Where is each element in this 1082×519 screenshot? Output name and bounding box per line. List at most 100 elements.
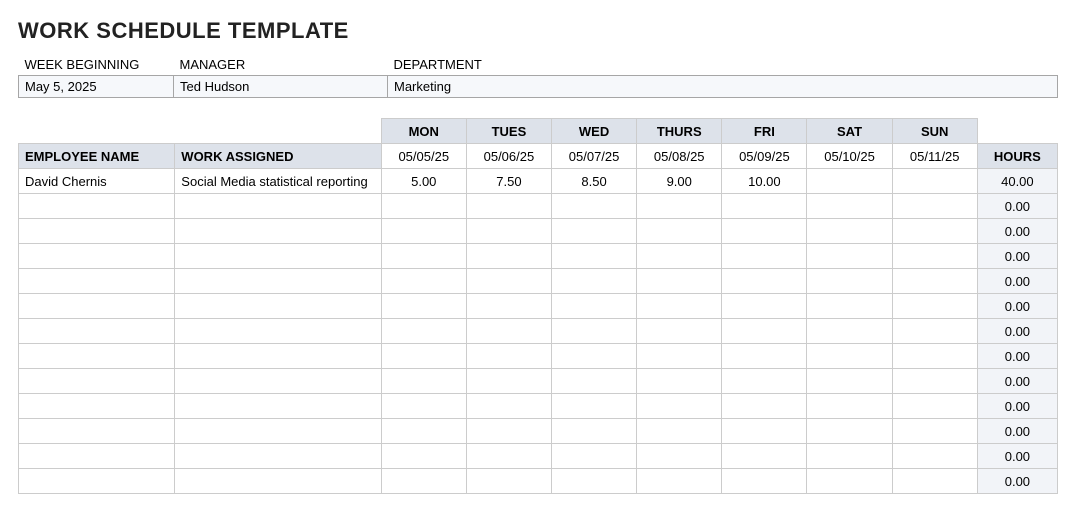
- cell-day[interactable]: [722, 194, 807, 219]
- cell-employee[interactable]: [19, 344, 175, 369]
- cell-day[interactable]: [381, 394, 466, 419]
- cell-day[interactable]: [892, 444, 977, 469]
- cell-day[interactable]: [892, 194, 977, 219]
- cell-day[interactable]: [466, 344, 551, 369]
- cell-employee[interactable]: [19, 319, 175, 344]
- cell-work[interactable]: [175, 219, 381, 244]
- cell-work[interactable]: [175, 319, 381, 344]
- cell-day[interactable]: [552, 194, 637, 219]
- cell-employee[interactable]: [19, 419, 175, 444]
- cell-day[interactable]: [637, 269, 722, 294]
- cell-day[interactable]: [552, 269, 637, 294]
- cell-work[interactable]: [175, 444, 381, 469]
- cell-day[interactable]: [807, 244, 892, 269]
- cell-day[interactable]: [381, 194, 466, 219]
- cell-day[interactable]: [892, 219, 977, 244]
- cell-day[interactable]: [466, 194, 551, 219]
- cell-day[interactable]: [892, 344, 977, 369]
- cell-day[interactable]: [892, 244, 977, 269]
- cell-employee[interactable]: [19, 219, 175, 244]
- cell-day[interactable]: [637, 219, 722, 244]
- cell-employee[interactable]: [19, 469, 175, 494]
- cell-day[interactable]: [637, 294, 722, 319]
- cell-day[interactable]: [466, 444, 551, 469]
- cell-work[interactable]: [175, 469, 381, 494]
- cell-day[interactable]: [637, 469, 722, 494]
- cell-day[interactable]: [466, 294, 551, 319]
- cell-day[interactable]: [466, 219, 551, 244]
- cell-day[interactable]: [552, 319, 637, 344]
- cell-day[interactable]: [722, 319, 807, 344]
- cell-day[interactable]: [807, 194, 892, 219]
- cell-day[interactable]: [807, 294, 892, 319]
- cell-day[interactable]: [892, 319, 977, 344]
- cell-day[interactable]: [381, 244, 466, 269]
- cell-day[interactable]: 9.00: [637, 169, 722, 194]
- cell-work[interactable]: [175, 419, 381, 444]
- cell-day[interactable]: [807, 369, 892, 394]
- cell-employee[interactable]: [19, 269, 175, 294]
- cell-work[interactable]: [175, 244, 381, 269]
- cell-day[interactable]: [807, 269, 892, 294]
- cell-day[interactable]: [466, 469, 551, 494]
- cell-day[interactable]: [807, 344, 892, 369]
- cell-day[interactable]: [466, 394, 551, 419]
- cell-day[interactable]: [722, 294, 807, 319]
- cell-work[interactable]: [175, 369, 381, 394]
- cell-day[interactable]: [637, 319, 722, 344]
- cell-day[interactable]: [637, 244, 722, 269]
- cell-day[interactable]: [381, 419, 466, 444]
- cell-day[interactable]: [722, 419, 807, 444]
- cell-employee[interactable]: [19, 294, 175, 319]
- cell-day[interactable]: [552, 244, 637, 269]
- cell-day[interactable]: [552, 444, 637, 469]
- cell-day[interactable]: [381, 294, 466, 319]
- cell-work[interactable]: [175, 344, 381, 369]
- cell-day[interactable]: [722, 394, 807, 419]
- cell-work[interactable]: [175, 269, 381, 294]
- cell-day[interactable]: [637, 194, 722, 219]
- cell-employee[interactable]: David Chernis: [19, 169, 175, 194]
- cell-day[interactable]: [552, 394, 637, 419]
- value-manager[interactable]: Ted Hudson: [174, 76, 388, 98]
- cell-day[interactable]: [381, 319, 466, 344]
- cell-day[interactable]: [722, 269, 807, 294]
- cell-day[interactable]: [892, 269, 977, 294]
- cell-day[interactable]: [722, 469, 807, 494]
- cell-employee[interactable]: [19, 194, 175, 219]
- cell-day[interactable]: 8.50: [552, 169, 637, 194]
- cell-day[interactable]: [552, 419, 637, 444]
- cell-work[interactable]: Social Media statistical reporting: [175, 169, 381, 194]
- cell-day[interactable]: [722, 369, 807, 394]
- cell-day[interactable]: [807, 319, 892, 344]
- cell-day[interactable]: [552, 344, 637, 369]
- cell-day[interactable]: [466, 244, 551, 269]
- cell-day[interactable]: [552, 219, 637, 244]
- cell-work[interactable]: [175, 194, 381, 219]
- cell-day[interactable]: 5.00: [381, 169, 466, 194]
- cell-day[interactable]: [381, 344, 466, 369]
- cell-day[interactable]: [552, 469, 637, 494]
- cell-day[interactable]: [892, 369, 977, 394]
- cell-day[interactable]: [637, 444, 722, 469]
- cell-day[interactable]: [381, 444, 466, 469]
- cell-work[interactable]: [175, 294, 381, 319]
- cell-day[interactable]: [892, 419, 977, 444]
- cell-day[interactable]: [381, 369, 466, 394]
- cell-employee[interactable]: [19, 444, 175, 469]
- cell-day[interactable]: [637, 394, 722, 419]
- cell-day[interactable]: [722, 219, 807, 244]
- cell-day[interactable]: [892, 169, 977, 194]
- cell-day[interactable]: [807, 444, 892, 469]
- cell-day[interactable]: [807, 219, 892, 244]
- cell-day[interactable]: [466, 419, 551, 444]
- cell-day[interactable]: 7.50: [466, 169, 551, 194]
- cell-day[interactable]: [637, 369, 722, 394]
- cell-day[interactable]: [466, 319, 551, 344]
- cell-employee[interactable]: [19, 244, 175, 269]
- cell-day[interactable]: [466, 369, 551, 394]
- cell-day[interactable]: [807, 419, 892, 444]
- cell-day[interactable]: [552, 294, 637, 319]
- cell-day[interactable]: [807, 169, 892, 194]
- cell-day[interactable]: [466, 269, 551, 294]
